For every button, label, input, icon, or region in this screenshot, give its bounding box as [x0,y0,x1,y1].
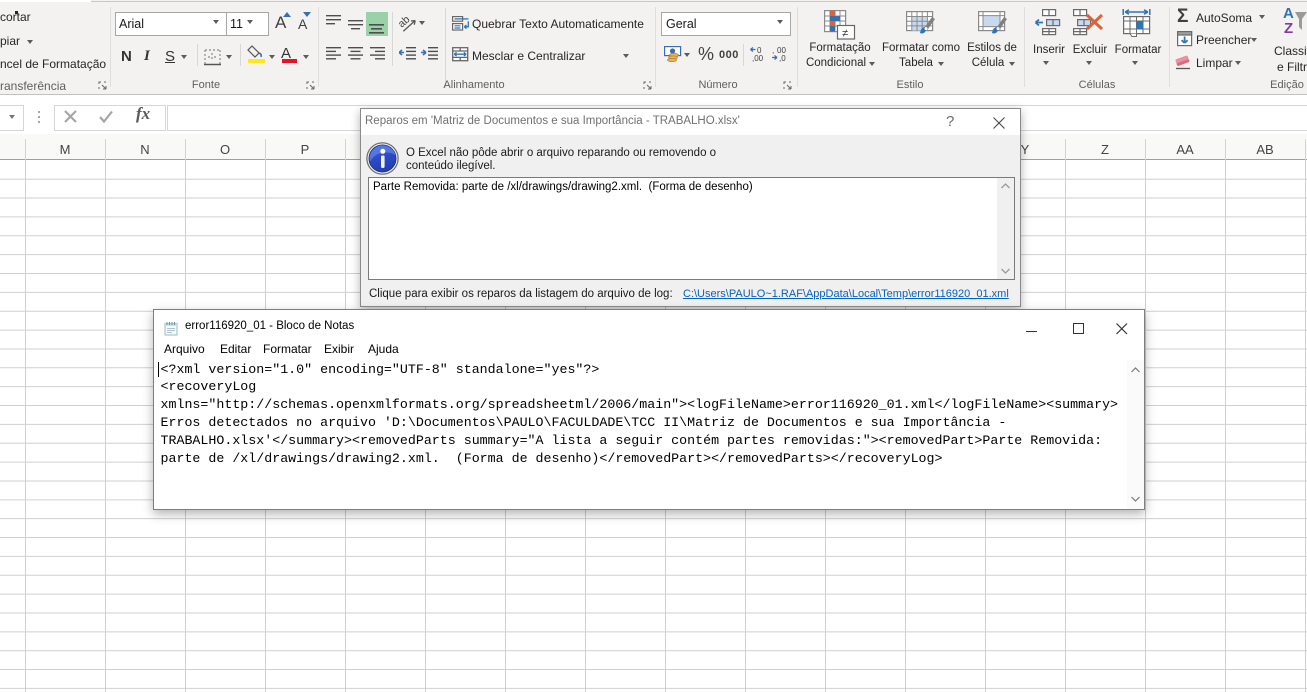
svg-text:≠: ≠ [842,28,848,40]
svg-text:ab: ab [398,13,413,30]
svg-text:,00: ,00 [752,54,764,63]
svg-text:,0: ,0 [779,54,786,63]
svg-text:,: , [772,46,774,55]
